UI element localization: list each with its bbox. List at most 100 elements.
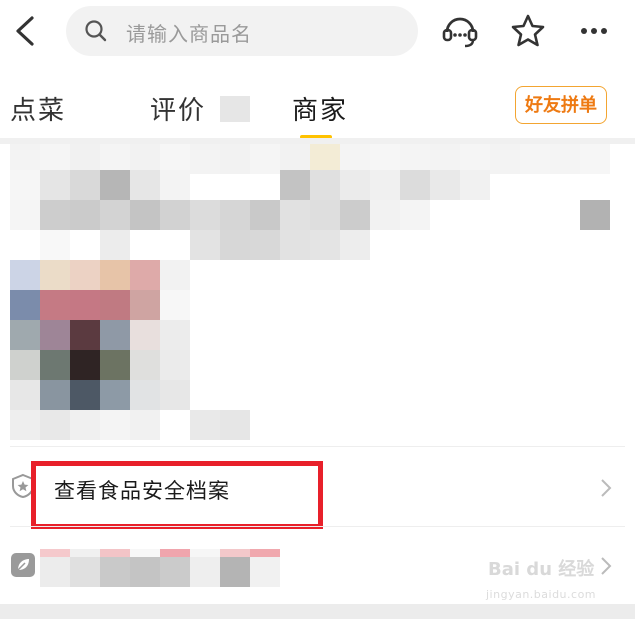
- pixel-block: [130, 260, 160, 290]
- back-arrow-icon[interactable]: [10, 14, 42, 48]
- pixel-block: [70, 557, 100, 587]
- pixel-block: [130, 170, 160, 200]
- pixel-block: [160, 380, 190, 410]
- pixel-block: [340, 230, 370, 260]
- pixel-block: [160, 557, 190, 587]
- pixel-block: [250, 549, 280, 557]
- pixel-block: [520, 144, 550, 174]
- pixel-block: [400, 170, 430, 200]
- pixel-block: [190, 549, 220, 557]
- pixel-block: [160, 290, 190, 320]
- pixel-block: [130, 290, 160, 320]
- pixel-block: [40, 380, 70, 410]
- star-favorite-icon[interactable]: [508, 12, 548, 50]
- pixel-block: [10, 170, 40, 200]
- pixel-block: [250, 230, 280, 260]
- pixel-block: [130, 200, 160, 230]
- pixel-block: [220, 557, 250, 587]
- pixel-block: [130, 320, 160, 350]
- pixel-block: [220, 230, 250, 260]
- pixel-block: [40, 200, 70, 230]
- pixel-block: [160, 260, 190, 290]
- pixel-block: [220, 410, 250, 440]
- tab-order[interactable]: 点菜: [10, 90, 66, 127]
- pixel-block: [100, 557, 130, 587]
- search-bar[interactable]: 请输入商品名: [66, 6, 418, 56]
- pixel-block: [100, 200, 130, 230]
- friend-group-order-button[interactable]: 好友拼单: [515, 86, 607, 124]
- search-icon: [85, 20, 107, 42]
- pixel-block: [250, 144, 280, 174]
- pixel-block: [70, 170, 100, 200]
- pixel-block: [310, 170, 340, 200]
- pixel-block: [280, 230, 310, 260]
- pixel-block: [40, 410, 70, 440]
- pixel-block: [190, 230, 220, 260]
- pixel-block: [40, 549, 70, 557]
- pixel-block: [460, 170, 490, 200]
- pixel-block: [310, 230, 340, 260]
- pixel-block: [70, 200, 100, 230]
- pixel-block: [130, 350, 160, 380]
- pixel-block: [250, 200, 280, 230]
- pixel-block: [220, 144, 250, 174]
- pixel-block: [40, 260, 70, 290]
- watermark-brand: Bai du 经验: [488, 559, 595, 580]
- top-bar: 请输入商品名: [0, 0, 635, 62]
- pixel-block: [100, 260, 130, 290]
- chevron-right-icon: [601, 479, 612, 497]
- pixel-block: [70, 290, 100, 320]
- pixel-block: [340, 200, 370, 230]
- pixel-block: [70, 410, 100, 440]
- pixel-block: [340, 170, 370, 200]
- pixel-block: [220, 200, 250, 230]
- pixel-block: [10, 200, 40, 230]
- pixel-block: [430, 170, 460, 200]
- tab-bar: 点菜 评价 商家 好友拼单: [0, 72, 635, 139]
- pixel-block: [280, 170, 310, 200]
- pixel-block: [370, 170, 400, 200]
- pixel-block: [40, 320, 70, 350]
- more-options-icon[interactable]: [575, 12, 615, 50]
- pixel-block: [130, 410, 160, 440]
- tab-merchant[interactable]: 商家: [292, 90, 348, 127]
- pixel-block: [400, 200, 430, 230]
- pixel-block: [190, 200, 220, 230]
- pixel-block: [40, 290, 70, 320]
- pixel-block: [70, 260, 100, 290]
- pixel-block: [130, 549, 160, 557]
- pixel-block: [10, 290, 40, 320]
- pixel-block: [370, 200, 400, 230]
- pixel-block: [160, 350, 190, 380]
- pixel-block: [10, 260, 40, 290]
- pixel-block: [190, 410, 220, 440]
- chevron-right-icon: [601, 557, 612, 575]
- pixel-block: [10, 320, 40, 350]
- pixel-block: [130, 380, 160, 410]
- pixel-block: [100, 290, 130, 320]
- pixel-block: [130, 557, 160, 587]
- pixel-block: [40, 350, 70, 380]
- tab-reviews[interactable]: 评价: [150, 90, 206, 127]
- pixel-block: [40, 557, 70, 587]
- pixel-block: [160, 170, 190, 200]
- pixel-block: [100, 170, 130, 200]
- search-input[interactable]: 请输入商品名: [126, 18, 252, 47]
- leaf-badge-icon: [11, 553, 35, 577]
- pixel-block: [550, 144, 580, 174]
- pixel-block: [310, 200, 340, 230]
- pixel-block: [40, 230, 70, 260]
- pixel-block: [70, 549, 100, 557]
- pixel-block: [100, 410, 130, 440]
- customer-service-icon[interactable]: [440, 12, 480, 50]
- pixel-block: [100, 320, 130, 350]
- pixel-block: [490, 144, 520, 174]
- pixel-block: [10, 410, 40, 440]
- pixel-block: [250, 557, 280, 587]
- pixel-block: [100, 230, 130, 260]
- pixel-block: [160, 549, 190, 557]
- pixel-block: [190, 557, 220, 587]
- pixel-block: [100, 549, 130, 557]
- pixel-block: [580, 144, 610, 174]
- pixelated-merchant-info: [0, 144, 635, 444]
